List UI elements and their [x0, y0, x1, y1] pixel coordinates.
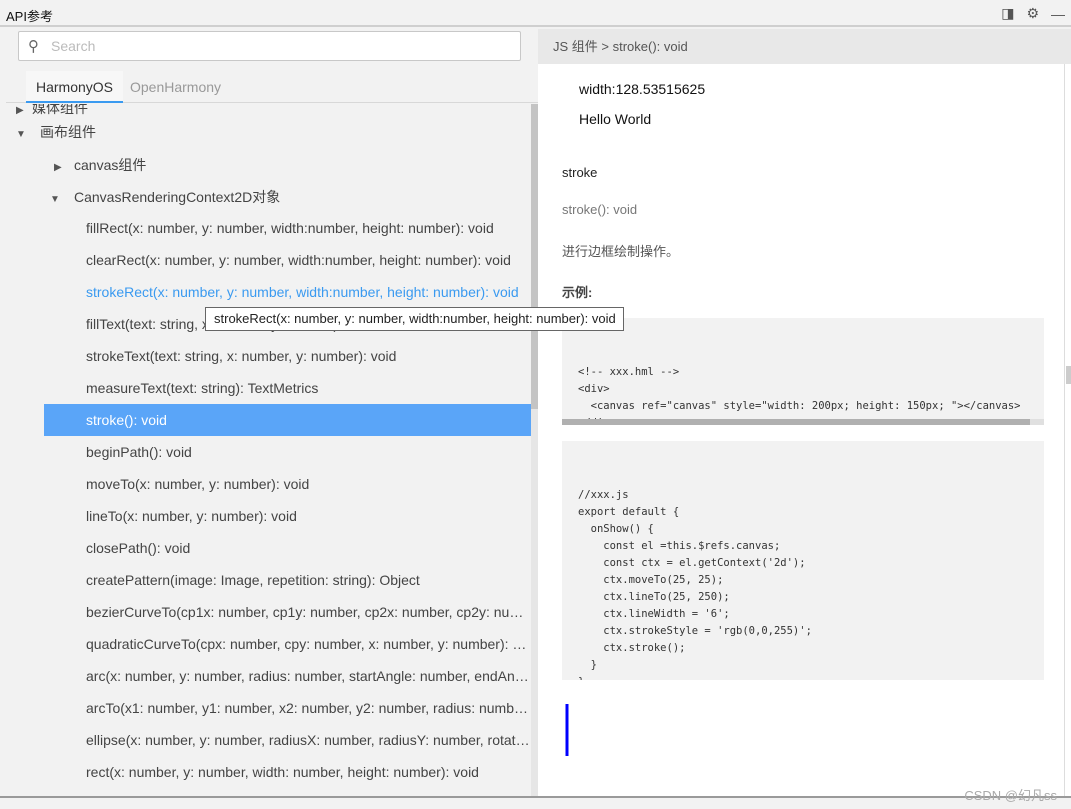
doc-scrollbar[interactable] — [1064, 64, 1071, 796]
code-horizontal-scrollbar[interactable] — [562, 419, 1044, 425]
example-label: 示例: — [562, 285, 593, 300]
tree-item[interactable]: measureText(text: string): TextMetrics — [6, 372, 531, 404]
breadcrumb: JS 组件 > stroke(): void — [538, 29, 1071, 64]
tree-item[interactable]: ellipse(x: number, y: number, radiusX: n… — [6, 724, 531, 756]
tree-item[interactable]: fillRect(x: number, y: number, width:num… — [6, 212, 531, 244]
tree-item[interactable]: rect(x: number, y: number, width: number… — [6, 756, 531, 788]
preview-width-text: width:128.53515625 — [579, 81, 706, 97]
tree-node-label: 画布组件 — [40, 124, 96, 140]
tree-item[interactable]: arcTo(x1: number, y1: number, x2: number… — [6, 692, 531, 724]
search-input[interactable] — [51, 36, 511, 56]
code-text: <!-- xxx.hml --> <div> <canvas ref="canv… — [578, 366, 1021, 425]
scrollbar-thumb[interactable] — [1066, 366, 1071, 384]
doc-heading: stroke — [562, 165, 598, 180]
tree-item[interactable]: createPattern(image: Image, repetition: … — [6, 564, 531, 596]
sidebar-scrollbar[interactable] — [531, 104, 538, 796]
preview-hello-text: Hello World — [579, 111, 652, 127]
tree-item[interactable]: quadraticCurveTo(cpx: number, cpy: numbe… — [6, 628, 531, 660]
status-strip — [0, 796, 1071, 809]
tree-item[interactable]: beginPath(): void — [6, 436, 531, 468]
code-text: //xxx.js export default { onShow() { con… — [578, 489, 812, 680]
scrollbar-thumb[interactable] — [531, 104, 538, 409]
api-sidebar: ⚲ HarmonyOS OpenHarmony ▶ 媒体组件 ▼ 画布组件 ▶ can… — [6, 29, 538, 796]
search-icon: ⚲ — [28, 38, 39, 55]
tree-node-label: canvas组件 — [74, 157, 147, 173]
tooltip: strokeRect(x: number, y: number, width:n… — [205, 307, 624, 331]
tree-node-label: 媒体组件 — [32, 104, 88, 116]
platform-tabs: HarmonyOS OpenHarmony — [6, 71, 538, 103]
tree-item[interactable]: closePath(): void — [6, 532, 531, 564]
tree-item[interactable]: stroke(): void — [44, 404, 531, 436]
doc-signature: stroke(): void — [562, 202, 638, 217]
tree-node-label: CanvasRenderingContext2D对象 — [74, 189, 281, 205]
tree-item[interactable]: bezierCurveTo(cp1x: number, cp1y: number… — [6, 596, 531, 628]
tree-item[interactable]: lineTo(x: number, y: number): void — [6, 500, 531, 532]
tree-item[interactable]: strokeText(text: string, x: number, y: n… — [6, 340, 531, 372]
collapse-arrow-icon: ▼ — [50, 194, 60, 205]
doc-description: 进行边框绘制操作。 — [562, 244, 680, 259]
stroke-preview-canvas — [565, 704, 569, 756]
scrollbar-thumb[interactable] — [562, 419, 1030, 425]
tree-item[interactable]: arc(x: number, y: number, radius: number… — [6, 660, 531, 692]
tab-harmonyos[interactable]: HarmonyOS — [26, 71, 124, 103]
window-title: API参考 — [6, 9, 53, 24]
minimize-icon[interactable]: — — [1051, 6, 1065, 22]
tree-item[interactable]: strokeRect(x: number, y: number, width:n… — [6, 276, 531, 308]
tree-node-canvas[interactable]: ▶ canvas组件 — [6, 149, 531, 181]
tree-item[interactable]: moveTo(x: number, y: number): void — [6, 468, 531, 500]
expand-arrow-icon: ▶ — [54, 162, 62, 173]
doc-content: width:128.53515625 Hello World stroke st… — [538, 64, 1064, 796]
code-block-js: //xxx.js export default { onShow() { con… — [562, 441, 1044, 680]
title-bar: API参考 ◨ ⚙ — — [0, 0, 1071, 27]
code-block-hml: <!-- xxx.hml --> <div> <canvas ref="canv… — [562, 318, 1044, 425]
api-tree: ▶ 媒体组件 ▼ 画布组件 ▶ canvas组件 ▼ CanvasRenderingCo… — [6, 104, 531, 796]
tree-item[interactable]: clearRect(x: number, y: number, width:nu… — [6, 244, 531, 276]
doc-panel: JS 组件 > stroke(): void width:128.5351562… — [538, 29, 1071, 796]
dock-icon[interactable]: ◨ — [1001, 5, 1014, 22]
collapse-arrow-icon: ▼ — [16, 129, 26, 140]
gear-icon[interactable]: ⚙ — [1026, 5, 1039, 22]
search-box[interactable]: ⚲ — [18, 31, 521, 61]
tree-node-context2d[interactable]: ▼ CanvasRenderingContext2D对象 — [6, 181, 531, 213]
tab-openharmony[interactable]: OpenHarmony — [120, 71, 231, 103]
tree-node-canvas-group[interactable]: ▼ 画布组件 — [6, 116, 531, 148]
watermark: CSDN @幻凡ss — [964, 788, 1057, 803]
